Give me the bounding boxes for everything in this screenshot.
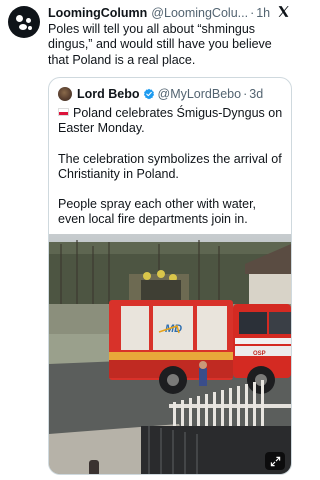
quoted-tweet-timestamp[interactable]: 3d: [249, 87, 263, 101]
author-handle[interactable]: @LoomingColu...: [151, 6, 248, 20]
expand-icon: [270, 456, 280, 466]
author-avatar[interactable]: [8, 6, 40, 38]
verified-badge-icon: [143, 88, 154, 100]
poland-flag-icon: [58, 108, 69, 116]
expand-media-button[interactable]: [265, 452, 285, 470]
quoted-tweet-header: Lord Bebo @MyLordBebo · 3d: [58, 86, 263, 102]
fire-truck-photo: MD OSP: [49, 234, 291, 474]
quoted-tweet[interactable]: Lord Bebo @MyLordBebo · 3d Poland celebr…: [48, 77, 292, 475]
quoted-tweet-text: Poland celebrates Śmigus-Dyngus on Easte…: [58, 106, 286, 243]
tweet-text: Poles will tell you all about “shmingus …: [48, 22, 272, 67]
quoted-author-name[interactable]: Lord Bebo: [77, 87, 140, 101]
quoted-separator-dot: ·: [243, 87, 248, 101]
quoted-paragraph: The celebration symbolizes the arrival o…: [58, 151, 282, 181]
tweet-header: LoomingColumn @LoomingColu... · 1h: [48, 4, 290, 22]
quoted-author-avatar[interactable]: [58, 87, 72, 101]
tweet-timestamp[interactable]: 1h: [256, 6, 270, 20]
quoted-paragraph: People spray each other with water, even…: [58, 197, 257, 227]
x-logo-icon: [278, 6, 289, 17]
author-name[interactable]: LoomingColumn: [48, 6, 147, 20]
quoted-tweet-media[interactable]: MD OSP: [49, 234, 291, 474]
quoted-paragraph: Poland celebrates Śmigus-Dyngus on Easte…: [58, 106, 283, 136]
separator-dot: ·: [250, 6, 255, 20]
svg-text:OSP: OSP: [253, 351, 266, 357]
quoted-author-handle[interactable]: @MyLordBebo: [158, 87, 242, 101]
